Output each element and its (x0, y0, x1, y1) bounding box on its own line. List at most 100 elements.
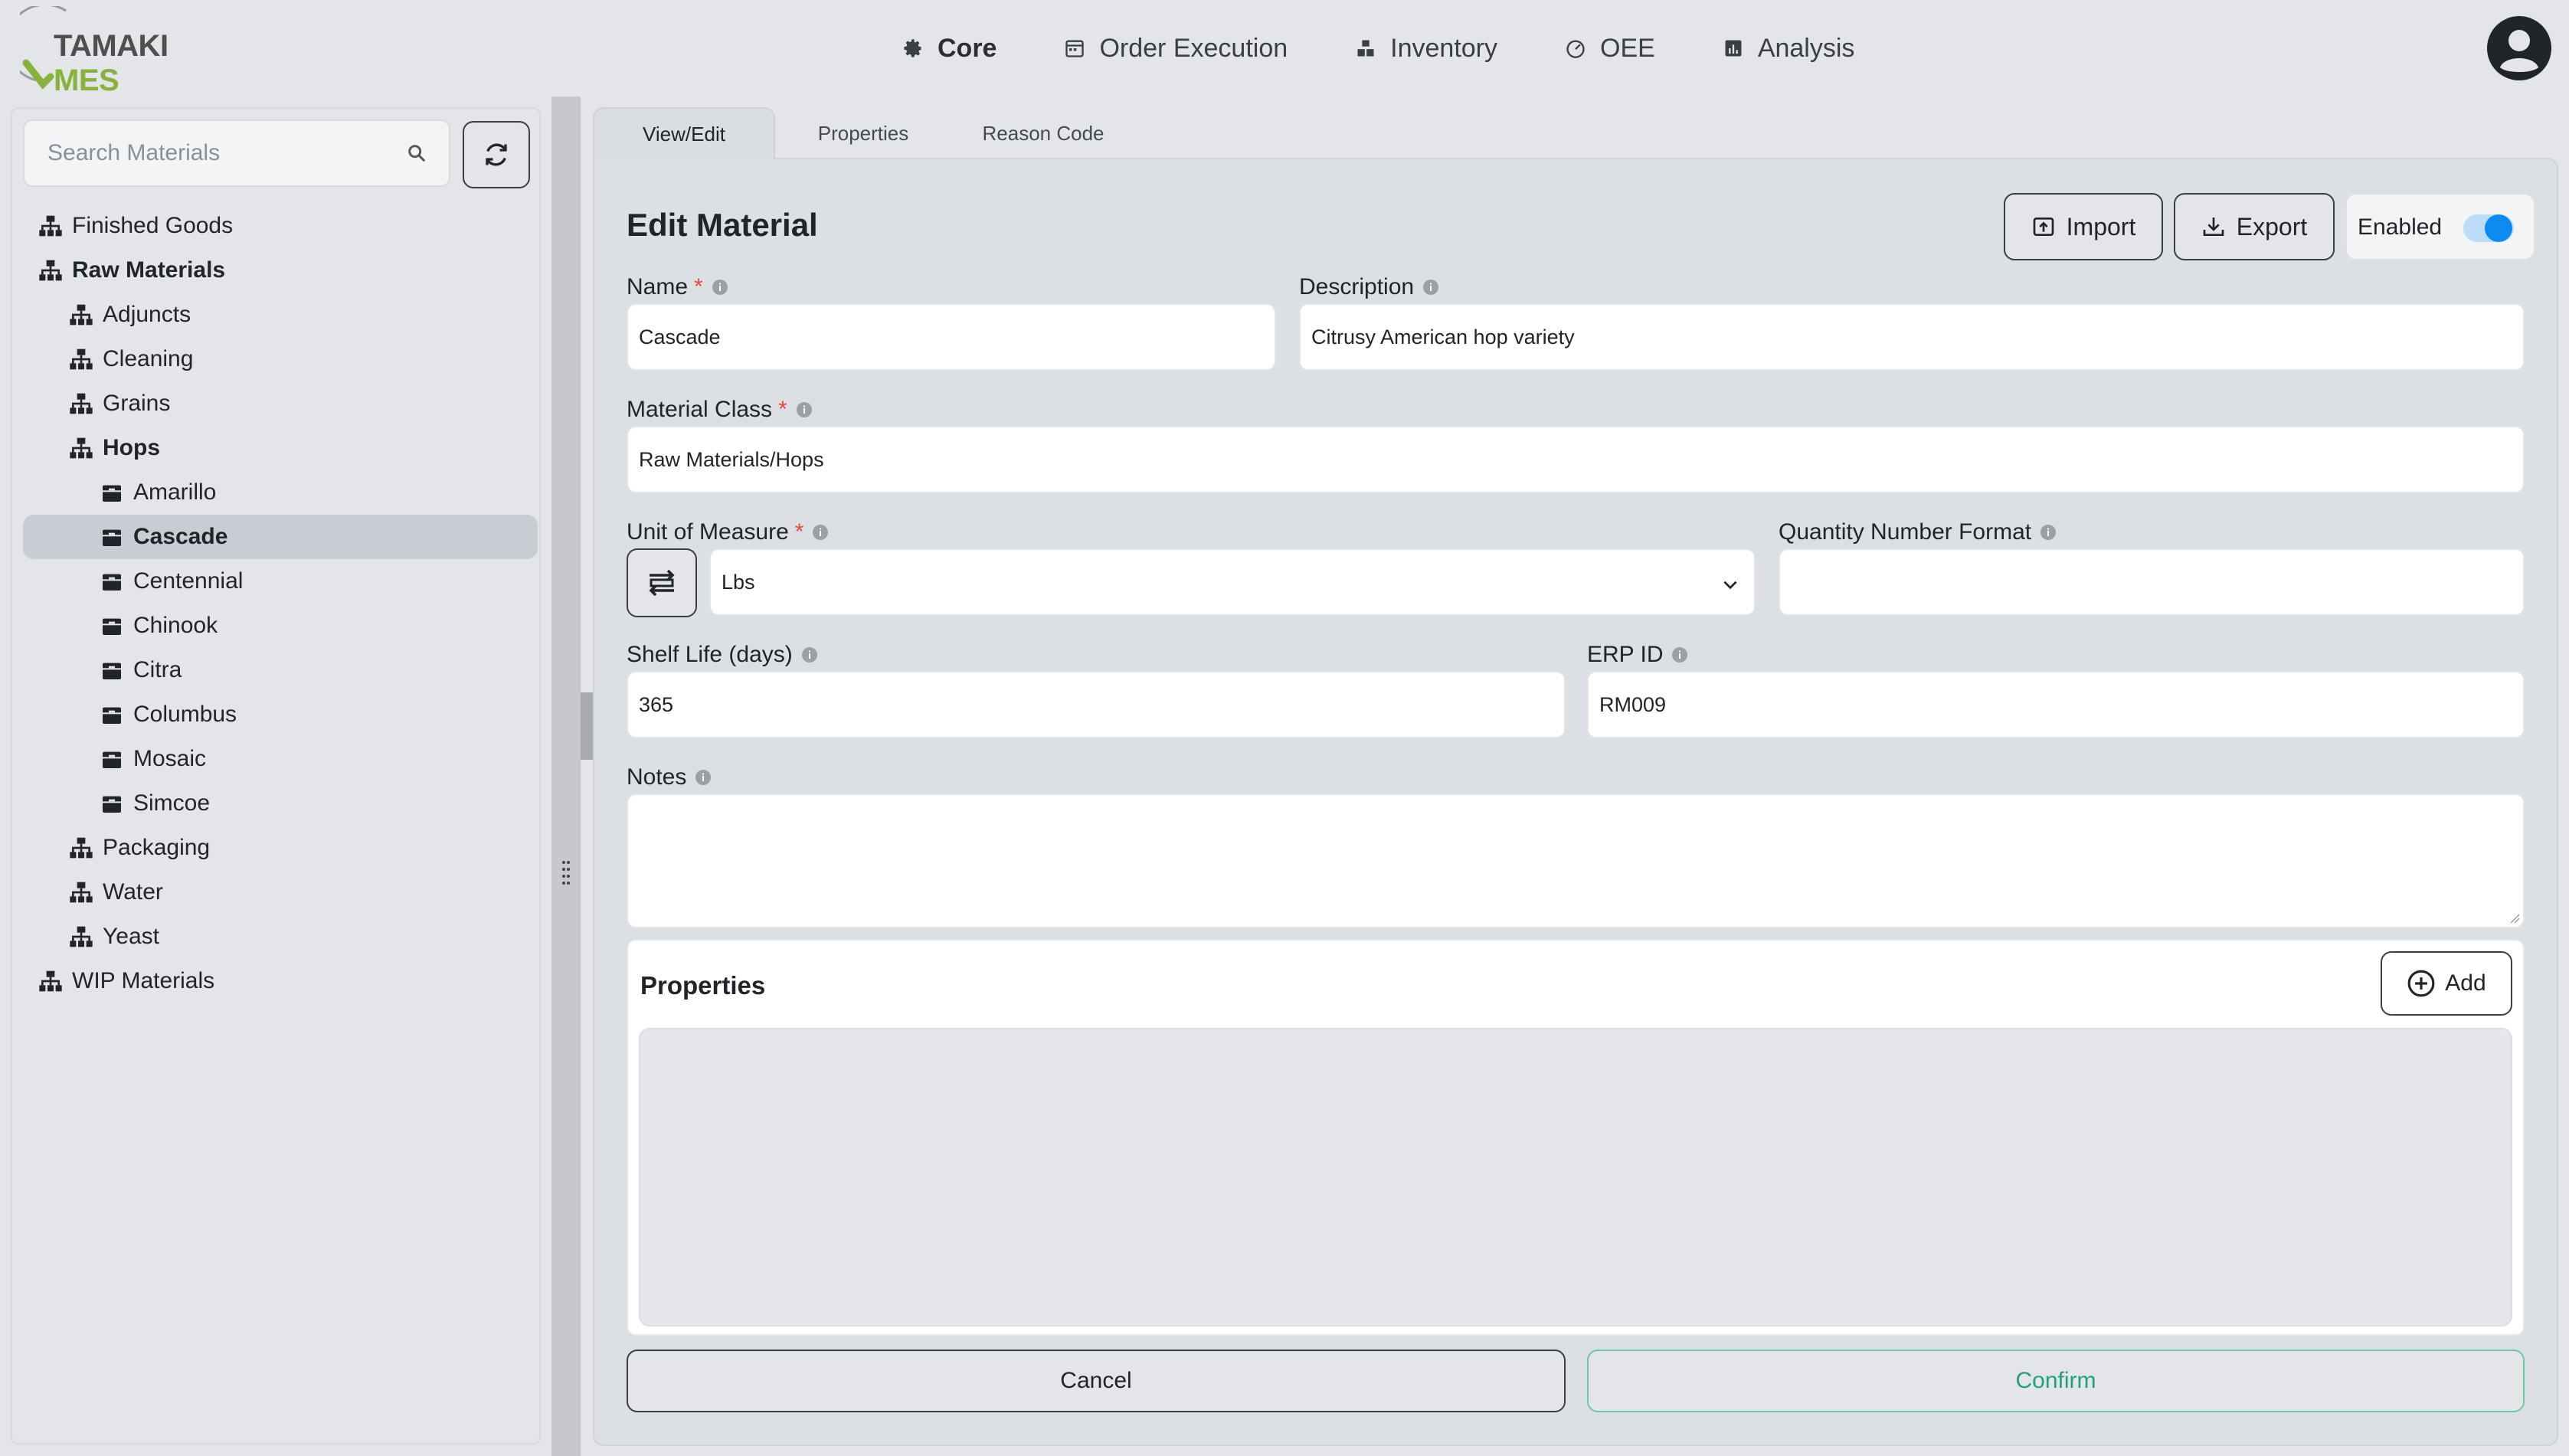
export-label: Export (2236, 212, 2308, 240)
sitemap-icon (70, 882, 93, 903)
tree-item-amarillo[interactable]: Amarillo (23, 470, 538, 515)
info-icon[interactable] (811, 523, 830, 542)
tree-item-citra[interactable]: Citra (23, 648, 538, 692)
material-class-label-text: Material Class (627, 397, 773, 422)
unit-conversion-button[interactable] (627, 548, 697, 617)
info-icon[interactable] (694, 768, 712, 787)
import-button[interactable]: Import (2004, 193, 2163, 260)
info-icon[interactable] (711, 278, 729, 296)
nav-oee-label: OEE (1600, 33, 1655, 63)
tab-view-edit-label: View/Edit (643, 122, 725, 146)
tree-item-label: Cleaning (103, 346, 194, 371)
tree-item-finished-goods[interactable]: Finished Goods (23, 204, 538, 248)
tree-item-label: Yeast (103, 924, 159, 949)
tree-item-yeast[interactable]: Yeast (23, 914, 538, 959)
tree-item-label: Hops (103, 435, 160, 460)
sitemap-icon (70, 926, 93, 947)
nav-oee[interactable]: OEE (1565, 34, 1655, 64)
add-label: Add (2445, 970, 2486, 996)
uom-select[interactable]: Lbs (709, 548, 1756, 616)
tree-item-columbus[interactable]: Columbus (23, 692, 538, 737)
tree-item-water[interactable]: Water (23, 870, 538, 914)
tree-item-label: Cascade (133, 524, 228, 549)
tree-item-label: Adjuncts (103, 302, 191, 327)
confirm-button[interactable]: Confirm (1587, 1350, 2525, 1412)
info-icon[interactable] (1671, 646, 1689, 664)
nav-order-execution[interactable]: Order Execution (1064, 34, 1288, 64)
box-icon (103, 796, 121, 813)
sitemap-icon (70, 348, 93, 370)
tree-item-chinook[interactable]: Chinook (23, 604, 538, 648)
tree-item-label: Water (103, 879, 163, 905)
page-title: Edit Material (627, 207, 818, 243)
box-icon (103, 618, 121, 635)
resize-handle-icon[interactable] (2508, 911, 2520, 924)
materials-sidebar: Finished Goods Raw Materials Adjuncts Clean… (11, 107, 541, 1445)
qty-format-field[interactable] (1779, 548, 2525, 616)
sitemap-icon (70, 837, 93, 859)
tab-reason-code-label: Reason Code (982, 121, 1105, 145)
tree-item-raw-materials[interactable]: Raw Materials (23, 248, 538, 293)
box-icon (103, 663, 121, 679)
top-bar: TAMAKI MES Core Order Execution Inventor… (0, 0, 2569, 97)
shelf-life-field[interactable]: 365 (627, 671, 1566, 738)
drag-handle-icon[interactable] (561, 859, 571, 887)
enabled-toggle[interactable] (2463, 214, 2514, 242)
search-input[interactable] (25, 121, 392, 185)
app-logo[interactable]: TAMAKI MES (20, 6, 219, 97)
shelf-life-label-text: Shelf Life (days) (627, 642, 793, 667)
sitemap-icon (70, 393, 93, 414)
tree-item-label: Grains (103, 391, 171, 416)
tree-item-label: Simcoe (133, 790, 211, 816)
tree-item-packaging[interactable]: Packaging (23, 826, 538, 870)
tree-item-cascade[interactable]: Cascade (23, 515, 538, 559)
uom-label-text: Unit of Measure (627, 519, 789, 545)
gear-icon (904, 39, 922, 57)
tab-properties[interactable]: Properties (775, 107, 951, 159)
description-label: Description (1299, 274, 1440, 300)
plus-circle-icon (2407, 970, 2435, 997)
tree-item-label: Finished Goods (72, 213, 234, 238)
info-icon[interactable] (2039, 523, 2057, 542)
cancel-label: Cancel (1060, 1368, 1132, 1393)
tree-item-wip-materials[interactable]: WIP Materials (23, 959, 538, 1003)
tree-item-mosaic[interactable]: Mosaic (23, 737, 538, 781)
erp-id-label-text: ERP ID (1587, 642, 1664, 667)
required-mark: * (694, 274, 703, 299)
export-button[interactable]: Export (2174, 193, 2335, 260)
search-icon[interactable] (406, 142, 427, 164)
tab-view-edit[interactable]: View/Edit (593, 107, 775, 159)
sitemap-icon (39, 215, 62, 237)
add-property-button[interactable]: Add (2381, 951, 2512, 1016)
tree-item-cleaning[interactable]: Cleaning (23, 337, 538, 381)
info-icon[interactable] (795, 401, 813, 419)
nav-core[interactable]: Core (902, 34, 997, 64)
logo-text-part2: MES (54, 64, 119, 97)
nav-analysis[interactable]: Analysis (1723, 34, 1854, 64)
tree-item-centennial[interactable]: Centennial (23, 559, 538, 604)
enabled-switch-group: Enabled (2345, 193, 2535, 260)
info-icon[interactable] (1422, 278, 1440, 296)
cancel-button[interactable]: Cancel (627, 1350, 1566, 1412)
qty-format-label: Quantity Number Format (1779, 519, 2057, 545)
sitemap-icon (70, 304, 93, 326)
properties-list (639, 1028, 2512, 1327)
description-field[interactable]: Citrusy American hop variety (1299, 303, 2525, 371)
panel-splitter[interactable] (551, 97, 581, 1456)
tab-reason-code[interactable]: Reason Code (951, 107, 1135, 159)
nav-inventory[interactable]: Inventory (1355, 34, 1497, 64)
info-icon[interactable] (800, 646, 819, 664)
tree-item-hops[interactable]: Hops (23, 426, 538, 470)
material-class-field[interactable]: Raw Materials/Hops (627, 426, 2525, 493)
tree-item-grains[interactable]: Grains (23, 381, 538, 426)
tree-item-adjuncts[interactable]: Adjuncts (23, 293, 538, 337)
user-avatar-icon[interactable] (2486, 15, 2552, 81)
refresh-button[interactable] (463, 121, 530, 188)
tree-item-simcoe[interactable]: Simcoe (23, 781, 538, 826)
notes-textarea[interactable] (627, 793, 2525, 928)
name-field[interactable]: Cascade (627, 303, 1276, 371)
main-nav: Core Order Execution Inventory OEE Analy… (902, 0, 1854, 97)
erp-id-field[interactable]: RM009 (1587, 671, 2525, 738)
required-mark: * (778, 397, 787, 422)
gauge-icon (1566, 40, 1585, 58)
